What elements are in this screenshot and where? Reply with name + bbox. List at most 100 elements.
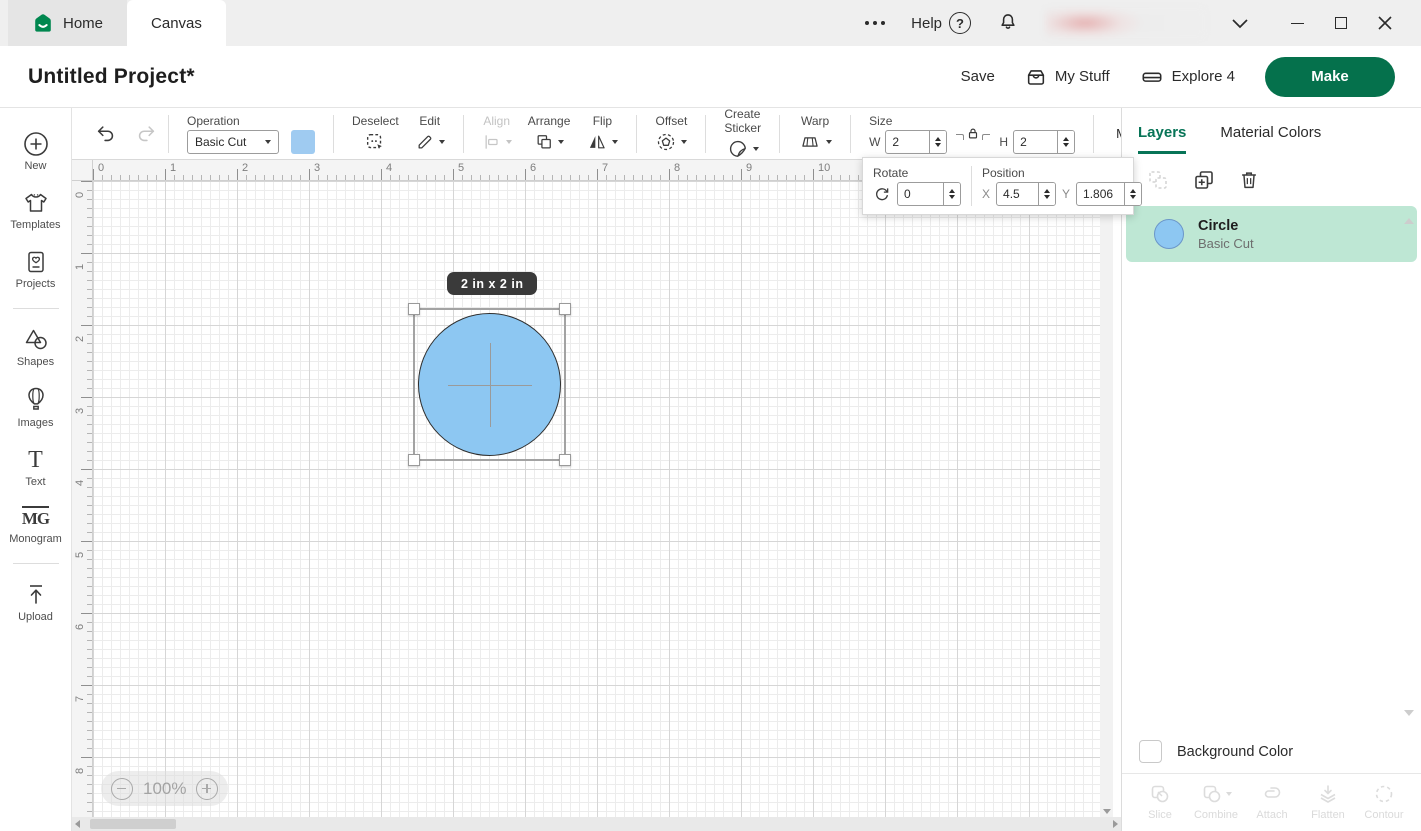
position-y-stepper[interactable] bbox=[1124, 183, 1141, 205]
canvas-horizontal-scrollbar[interactable] bbox=[72, 817, 1121, 831]
chevron-down-icon[interactable] bbox=[1231, 17, 1249, 29]
zoom-out-button[interactable] bbox=[111, 778, 133, 800]
zoom-in-button[interactable] bbox=[196, 778, 218, 800]
rotate-stepper[interactable] bbox=[943, 183, 960, 205]
ruler-tick-label: 5 bbox=[74, 544, 86, 558]
shape-selection-box[interactable] bbox=[413, 308, 566, 461]
page-title[interactable]: Untitled Project* bbox=[28, 65, 195, 89]
arrange-button[interactable]: Arrange bbox=[520, 114, 579, 154]
scroll-right-icon[interactable] bbox=[1113, 820, 1118, 828]
sidebar-item-upload[interactable]: Upload bbox=[0, 573, 72, 632]
circle-shape[interactable] bbox=[418, 313, 561, 456]
sidebar-item-monogram[interactable]: MG Monogram bbox=[0, 497, 72, 554]
background-color-checkbox[interactable] bbox=[1139, 740, 1162, 763]
more-menu-icon[interactable] bbox=[865, 21, 885, 25]
align-button-disabled: Align bbox=[474, 114, 520, 154]
deselect-button[interactable]: Deselect bbox=[344, 114, 407, 154]
ruler-tick-label: 6 bbox=[74, 616, 86, 630]
sidebar-item-projects[interactable]: Projects bbox=[0, 240, 72, 299]
dropdown-caret-icon bbox=[265, 140, 271, 144]
height-stepper[interactable] bbox=[1057, 131, 1074, 153]
width-input[interactable]: 2 bbox=[885, 130, 947, 154]
panel-scroll-up-icon[interactable] bbox=[1404, 218, 1414, 224]
rotate-value: 0 bbox=[898, 187, 943, 201]
resize-handle-bottom-left[interactable] bbox=[408, 454, 420, 466]
create-sticker-button[interactable]: Create Sticker bbox=[716, 107, 769, 161]
layer-actions: Slice Combine Atta bbox=[1122, 773, 1421, 831]
aspect-lock[interactable] bbox=[956, 126, 990, 141]
sidebar-item-label: Projects bbox=[16, 278, 56, 290]
ruler-tick-label: 8 bbox=[674, 162, 680, 174]
undo-icon[interactable] bbox=[94, 123, 118, 145]
size-group: Size W 2 H 2 bbox=[861, 114, 1083, 154]
notifications-bell-icon[interactable] bbox=[997, 12, 1019, 34]
resize-handle-bottom-right[interactable] bbox=[559, 454, 571, 466]
flip-button[interactable]: Flip bbox=[578, 114, 626, 154]
edit-pencil-icon bbox=[415, 132, 435, 152]
scroll-down-icon[interactable] bbox=[1103, 809, 1111, 814]
warp-icon bbox=[798, 132, 822, 152]
align-caret-icon bbox=[506, 140, 512, 144]
combine-label: Combine bbox=[1194, 809, 1238, 821]
ruler-tick-label: 3 bbox=[74, 400, 86, 414]
edit-button[interactable]: Edit bbox=[407, 114, 453, 154]
operation-dropdown[interactable]: Basic Cut bbox=[187, 130, 279, 154]
duplicate-button[interactable] bbox=[1192, 168, 1216, 192]
explore-machine-button[interactable]: Explore 4 bbox=[1140, 66, 1235, 88]
tab-canvas[interactable]: Canvas bbox=[127, 0, 226, 46]
delete-button[interactable] bbox=[1238, 168, 1260, 192]
minimize-button[interactable] bbox=[1275, 0, 1319, 46]
account-name-blurred[interactable] bbox=[1045, 8, 1205, 38]
sidebar-item-new[interactable]: New bbox=[0, 122, 72, 181]
maximize-icon bbox=[1335, 17, 1347, 29]
width-stepper[interactable] bbox=[929, 131, 946, 153]
canvas-grid[interactable]: 2 in x 2 in 100% bbox=[93, 181, 1100, 817]
height-input[interactable]: 2 bbox=[1013, 130, 1075, 154]
operation-group: Operation Basic Cut bbox=[179, 114, 323, 154]
position-x-input[interactable]: 4.5 bbox=[996, 182, 1056, 206]
canvas-vertical-scrollbar[interactable] bbox=[1100, 160, 1113, 817]
resize-handle-top-left[interactable] bbox=[408, 303, 420, 315]
tab-bar-right: Help ? bbox=[865, 0, 1421, 46]
sidebar-item-templates[interactable]: Templates bbox=[0, 181, 72, 240]
position-label: Position bbox=[982, 166, 1142, 180]
layers-panel: Layers Material Colors bbox=[1121, 108, 1421, 831]
tab-layers[interactable]: Layers bbox=[1138, 124, 1186, 154]
create-sticker-icon bbox=[727, 138, 749, 160]
sidebar-item-images[interactable]: Images bbox=[0, 377, 72, 438]
position-y-input[interactable]: 1.806 bbox=[1076, 182, 1142, 206]
ruler-tick-label: 8 bbox=[74, 760, 86, 774]
layer-thumbnail-circle bbox=[1154, 219, 1184, 249]
make-button[interactable]: Make bbox=[1265, 57, 1395, 97]
position-x-stepper[interactable] bbox=[1038, 183, 1055, 205]
position-group: Position X 4.5 Y 1.806 bbox=[972, 166, 1152, 206]
my-stuff-button[interactable]: My Stuff bbox=[1025, 66, 1110, 88]
sidebar-item-shapes[interactable]: Shapes bbox=[0, 318, 72, 377]
help-button[interactable]: Help ? bbox=[911, 12, 971, 34]
rotate-icon[interactable] bbox=[873, 185, 891, 203]
layer-row-circle[interactable]: Circle Basic Cut bbox=[1126, 206, 1417, 262]
close-button[interactable] bbox=[1363, 0, 1407, 46]
maximize-button[interactable] bbox=[1319, 0, 1363, 46]
sidebar-divider bbox=[13, 563, 59, 564]
save-button[interactable]: Save bbox=[961, 68, 995, 85]
color-swatch[interactable] bbox=[291, 130, 315, 154]
tab-home[interactable]: Home bbox=[8, 0, 127, 46]
rotate-input[interactable]: 0 bbox=[897, 182, 961, 206]
flatten-button-disabled: Flatten bbox=[1300, 782, 1356, 821]
warp-button[interactable]: Warp bbox=[790, 114, 840, 154]
panel-scroll-down-icon[interactable] bbox=[1404, 710, 1414, 716]
panel-bottom: Background Color Slice bbox=[1122, 730, 1421, 831]
sidebar-item-label: Shapes bbox=[17, 356, 54, 368]
design-canvas: 0 1 2 3 4 5 6 7 8 9 10 0 1 2 3 4 5 6 7 8… bbox=[72, 160, 1121, 831]
background-color-label: Background Color bbox=[1177, 744, 1293, 760]
sidebar-item-text[interactable]: T Text bbox=[0, 438, 72, 497]
help-label: Help bbox=[911, 15, 942, 32]
redo-icon[interactable] bbox=[134, 123, 158, 145]
scrollbar-thumb[interactable] bbox=[90, 819, 176, 829]
offset-button[interactable]: Offset bbox=[647, 114, 695, 154]
resize-handle-top-right[interactable] bbox=[559, 303, 571, 315]
tab-material-colors[interactable]: Material Colors bbox=[1220, 124, 1321, 154]
scroll-left-icon[interactable] bbox=[75, 820, 80, 828]
offset-caret-icon bbox=[681, 140, 687, 144]
